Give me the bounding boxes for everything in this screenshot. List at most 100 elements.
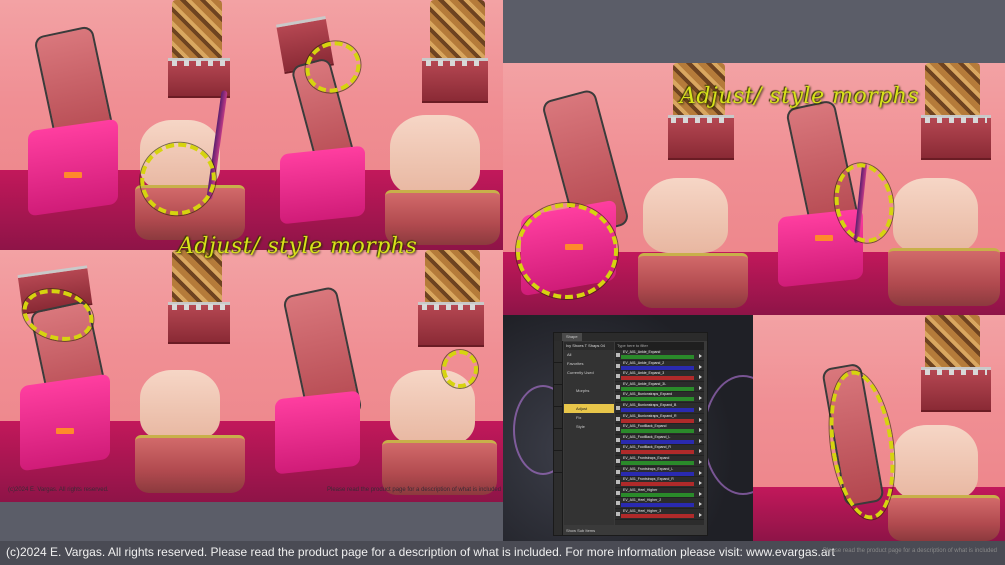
tree-item[interactable] xyxy=(564,377,614,386)
favorite-checkbox[interactable] xyxy=(616,511,620,516)
expand-arrow-icon[interactable] xyxy=(699,438,702,443)
expand-arrow-icon[interactable] xyxy=(699,470,702,475)
favorite-checkbox[interactable] xyxy=(616,501,620,506)
rail-tab[interactable] xyxy=(554,385,563,407)
slider-fill xyxy=(621,439,694,444)
favorite-checkbox[interactable] xyxy=(616,363,620,368)
parameter-row[interactable]: EV_A01_Ankle_Expand_3 xyxy=(615,371,704,382)
parameter-slider[interactable] xyxy=(621,503,694,508)
expand-arrow-icon[interactable] xyxy=(699,375,702,380)
rail-tab[interactable] xyxy=(554,363,563,385)
show-sub-items-toggle[interactable]: Show Sub Items xyxy=(564,526,704,534)
tree-item[interactable]: Fix xyxy=(564,413,614,422)
expand-arrow-icon[interactable] xyxy=(699,459,702,464)
favorite-checkbox[interactable] xyxy=(616,490,620,495)
expand-arrow-icon[interactable] xyxy=(699,502,702,507)
expand-arrow-icon[interactable] xyxy=(699,512,702,517)
foot xyxy=(893,178,978,253)
expand-arrow-icon[interactable] xyxy=(699,417,702,422)
expand-arrow-icon[interactable] xyxy=(699,449,702,454)
parameter-label: EV_A01_FootBack_Expand xyxy=(623,424,667,429)
parameter-slider[interactable] xyxy=(621,376,694,381)
parameter-row[interactable]: EV_A01_Bunionstraps_Expand xyxy=(615,392,704,403)
parameter-slider[interactable] xyxy=(621,450,694,455)
platform xyxy=(888,495,1000,541)
tree-item[interactable]: Adjust xyxy=(564,404,614,413)
parameter-slider[interactable] xyxy=(621,355,694,359)
strap-rivets xyxy=(172,304,226,310)
parameter-row[interactable]: EV_A01_FootBack_Expand xyxy=(615,424,704,435)
expand-arrow-icon[interactable] xyxy=(699,364,702,369)
expand-arrow-icon[interactable] xyxy=(699,481,702,486)
parameter-row[interactable]: EV_A01_Frontstraps_Expand xyxy=(615,456,704,467)
expand-arrow-icon[interactable] xyxy=(699,428,702,433)
favorite-checkbox[interactable] xyxy=(616,469,620,474)
parameter-slider[interactable] xyxy=(621,397,694,402)
tree-item[interactable]: Style xyxy=(564,422,614,431)
parameter-row[interactable]: EV_A01_Frontstraps_Expand_R xyxy=(615,477,704,488)
parameter-slider[interactable] xyxy=(621,482,694,487)
filter-input[interactable]: Type here to filter xyxy=(615,342,704,350)
favorite-checkbox[interactable] xyxy=(616,384,620,389)
style-morphs-label-right: Adjust/ style morphs xyxy=(680,84,920,109)
expand-arrow-icon[interactable] xyxy=(699,354,702,358)
parameter-slider[interactable] xyxy=(621,407,694,412)
parameter-row[interactable]: EV_A01_FootBack_Expand_R xyxy=(615,445,704,456)
favorite-checkbox[interactable] xyxy=(616,437,620,442)
slider-fill xyxy=(621,407,694,412)
parameter-row[interactable]: EV_A01_Bunionstraps_Expand_B xyxy=(615,403,704,414)
style-morphs-label-left: Adjust/ style morphs xyxy=(178,234,418,259)
slider-fill xyxy=(621,365,694,370)
tree-header-dropdown[interactable]: Ivy Shoes T Shaps 04 xyxy=(564,342,614,350)
tree-item[interactable]: All xyxy=(564,350,614,359)
parameter-row[interactable]: EV_A01_Heel_Higher xyxy=(615,488,704,499)
favorite-checkbox[interactable] xyxy=(616,395,620,400)
rail-tab[interactable] xyxy=(554,341,563,363)
parameter-row[interactable]: EV_A01_Ankle_Expand_3L xyxy=(615,382,704,393)
tree-item[interactable]: Favorites xyxy=(564,359,614,368)
brand-tag xyxy=(815,235,833,241)
parameter-slider[interactable] xyxy=(621,386,694,391)
favorite-checkbox[interactable] xyxy=(616,416,620,421)
footer-copyright: (c)2024 E. Vargas. All rights reserved. … xyxy=(6,545,835,559)
parameter-label: EV_A01_Frontstraps_Expand_R xyxy=(623,477,674,482)
parameter-row[interactable]: EV_A01_Heel_Higher_2 xyxy=(615,498,704,509)
parameter-slider[interactable] xyxy=(621,429,694,434)
parameter-slider[interactable] xyxy=(621,513,694,518)
favorite-checkbox[interactable] xyxy=(616,405,620,410)
parameter-row[interactable]: EV_A01_Bunionstraps_Expand_R xyxy=(615,414,704,425)
parameter-row[interactable]: EV_A01_Frontstraps_Expand_L xyxy=(615,467,704,478)
tree-item[interactable] xyxy=(564,395,614,404)
favorite-checkbox[interactable] xyxy=(616,353,620,357)
favorite-checkbox[interactable] xyxy=(616,448,620,453)
tree-item[interactable]: Currently Used xyxy=(564,368,614,377)
parameter-label: EV_A01_Frontstraps_Expand_L xyxy=(623,466,674,471)
expand-arrow-icon[interactable] xyxy=(699,491,702,496)
parameter-label: EV_A01_Ankle_Expand_3 xyxy=(623,371,665,376)
tattoo xyxy=(430,0,485,60)
parameter-slider[interactable] xyxy=(621,471,694,476)
rail-tab[interactable] xyxy=(554,429,563,451)
tab-1[interactable] xyxy=(554,333,562,341)
rail-tab[interactable] xyxy=(554,451,563,473)
favorite-checkbox[interactable] xyxy=(616,427,620,432)
parameter-row[interactable]: EV_A01_Ankle_Expand_2 xyxy=(615,361,704,372)
parameter-slider[interactable] xyxy=(621,460,694,465)
expand-arrow-icon[interactable] xyxy=(699,385,702,390)
favorite-checkbox[interactable] xyxy=(616,480,620,485)
expand-arrow-icon[interactable] xyxy=(699,396,702,401)
parameter-row[interactable]: EV_A01_Ankle_Expand xyxy=(615,350,704,361)
parameter-slider[interactable] xyxy=(621,365,694,370)
parameter-slider[interactable] xyxy=(621,418,694,423)
parameter-row[interactable]: EV_A01_FootBack_Expand_L xyxy=(615,435,704,446)
tattoo xyxy=(425,250,480,305)
parameter-slider[interactable] xyxy=(621,439,694,444)
parameter-row[interactable]: EV_A01_Heel_Higher_3 xyxy=(615,509,704,520)
rail-tab[interactable] xyxy=(554,407,563,429)
expand-arrow-icon[interactable] xyxy=(699,406,702,411)
favorite-checkbox[interactable] xyxy=(616,374,620,379)
tree-item[interactable]: Morphs xyxy=(564,386,614,395)
tab-shape[interactable]: Shape xyxy=(562,333,582,341)
favorite-checkbox[interactable] xyxy=(616,458,620,463)
parameter-slider[interactable] xyxy=(621,492,694,497)
